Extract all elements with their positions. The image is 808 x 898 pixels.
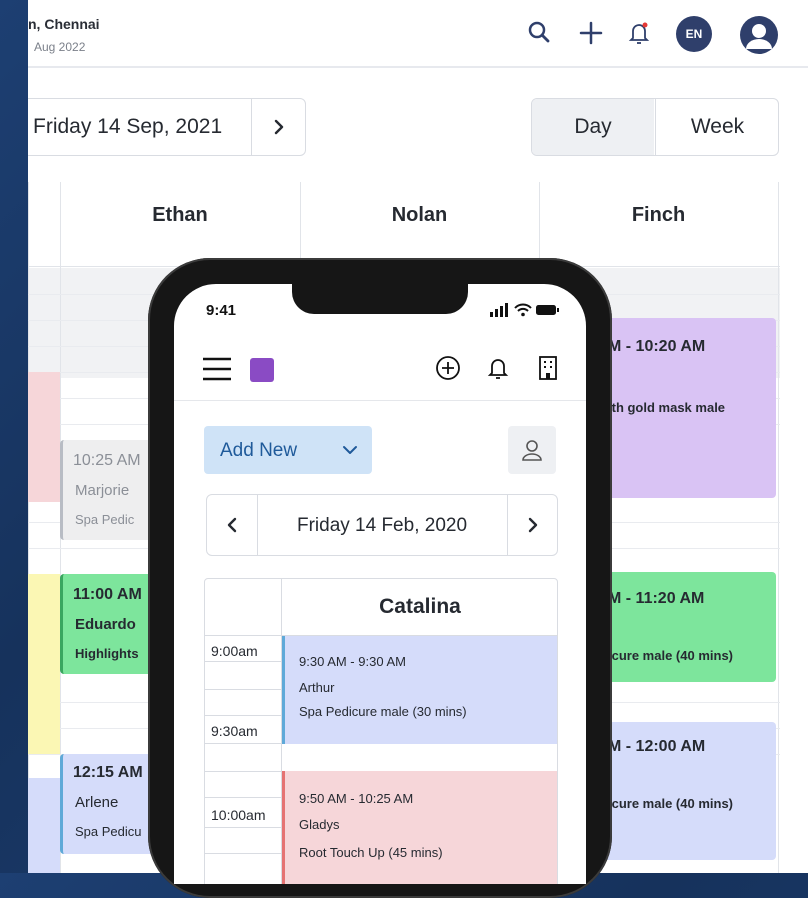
user-avatar[interactable] [740,16,778,54]
appointment-time: 9:50 AM - 10:25 AM [299,791,414,806]
prev-day-button[interactable] [207,495,258,555]
phone-notch [292,284,468,314]
service-name: Spa Pedicure male (30 mins) [299,704,467,719]
time-line [205,797,281,798]
staff-filter-button[interactable] [508,426,556,474]
appointment-time: M - 10:20 AM [608,338,706,355]
user-icon [746,24,772,49]
hamburger-menu-icon[interactable] [202,356,232,382]
phone-screen: 9:41 Add New Friday 14 Feb, 2020 Catalin… [174,284,586,884]
appointment-finch-1[interactable]: M - 10:20 AM ith gold mask male ) [600,318,776,498]
service-name: ith gold mask male [608,400,726,415]
add-new-label: Add New [220,440,298,461]
client-name: Marjorie [75,482,130,499]
appointment-arthur[interactable]: 9:30 AM - 9:30 AM Arthur Spa Pedicure ma… [282,636,557,744]
search-icon[interactable] [524,18,554,48]
staff-header-finch: Finch [631,204,686,226]
language-badge[interactable]: EN [676,16,712,52]
view-toggle: Day Week [531,98,779,156]
bell-icon[interactable] [482,352,514,384]
next-day-button[interactable] [507,495,558,555]
add-icon[interactable] [576,18,606,48]
service-name: Spa Pedicu [75,824,142,839]
notification-bell-icon[interactable] [624,18,654,48]
staff-header-nolan: Nolan [391,204,448,226]
appointment-time: M - 11:20 AM [608,590,705,607]
phone-app-bar [174,340,586,401]
time-line [205,827,281,828]
week-view-button[interactable]: Week [655,99,778,155]
time-line [205,715,281,716]
status-icons [490,303,559,317]
client-name: Gladys [299,817,340,832]
staff-header-ethan: Ethan [152,204,208,226]
service-name: Highlights [75,646,139,661]
phone-date-navigator: Friday 14 Feb, 2020 [206,494,558,556]
time-label: 10:00am [211,807,266,823]
time-line [205,689,281,690]
service-name: Root Touch Up (45 mins) [299,845,443,860]
time-line [205,743,281,744]
date-label[interactable]: Friday 14 Sep, 2021 [33,115,222,139]
time-line [205,771,281,772]
appointment-finch-2[interactable]: M - 11:20 AM icure male (40 mins) [600,572,776,682]
location-name[interactable]: n, Chennai [28,16,100,32]
top-bar: n, Chennai Aug 2022 EN [28,0,808,68]
chevron-left-icon [227,517,237,533]
day-view-button[interactable]: Day [532,99,654,155]
app-logo [250,358,274,382]
time-label: 9:00am [211,643,258,659]
location-date: Aug 2022 [34,40,86,54]
time-line [205,661,281,662]
appointment-time: M - 12:00 AM [608,738,706,755]
next-day-button[interactable] [251,99,306,155]
appointment-finch-3[interactable]: M - 12:00 AM icure male (40 mins) [600,722,776,860]
service-name: Spa Pedic [75,512,135,527]
column-divider [28,182,29,873]
time-line [205,635,281,636]
appointment-time: 12:15 AM [73,764,143,781]
chevron-down-icon [343,446,357,454]
add-new-button[interactable]: Add New [204,426,372,474]
appointment-block-blue[interactable] [28,778,60,873]
appointment-gladys[interactable]: 9:50 AM - 10:25 AM Gladys Root Touch Up … [282,771,557,884]
column-divider [778,182,779,873]
appointment-time: 9:30 AM - 9:30 AM [299,654,406,669]
add-circle-icon[interactable] [432,352,464,384]
person-icon [522,440,542,461]
building-icon[interactable] [532,352,564,384]
appointment-time: 10:25 AM [73,452,141,469]
service-name: icure male (40 mins) [608,648,733,663]
phone-date-label[interactable]: Friday 14 Feb, 2020 [257,515,507,537]
time-line [205,853,281,854]
chevron-right-icon [528,517,538,533]
date-navigator: Friday 14 Sep, 2021 [28,98,306,156]
appointment-time: 11:00 AM [73,586,142,603]
appointment-block-pink[interactable] [28,372,60,502]
appointment-block-yellow[interactable] [28,574,60,754]
client-name: Arlene [75,794,119,811]
time-column: 9:00am 9:30am 10:00am [205,635,281,884]
chevron-right-icon [274,119,284,135]
time-label: 9:30am [211,723,258,739]
service-name: icure male (40 mins) [608,796,733,811]
client-name: Eduardo [75,616,136,633]
client-name: Arthur [299,680,335,695]
staff-header-catalina: Catalina [281,579,557,636]
status-time: 9:41 [206,302,237,319]
phone-calendar: Catalina 9:00am 9:30am 10:00am 9:30 AM -… [204,578,558,884]
